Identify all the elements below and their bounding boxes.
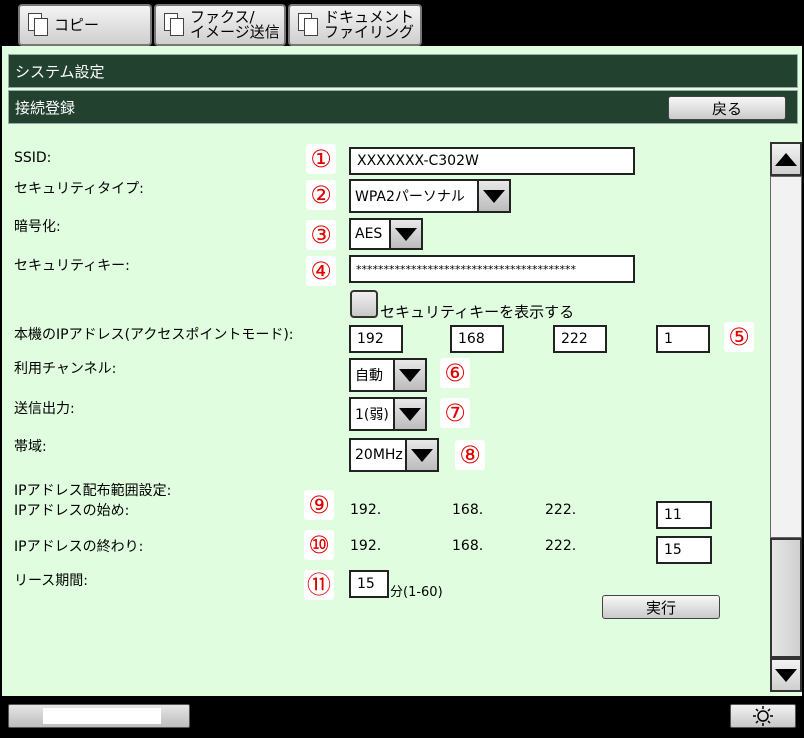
marker-3: ③ — [306, 220, 336, 250]
show-key-checkbox[interactable] — [350, 290, 378, 318]
brightness-button[interactable] — [730, 704, 796, 728]
progress-area — [8, 704, 190, 728]
ip-octet-3[interactable]: 222 — [553, 325, 607, 353]
chevron-down-icon[interactable] — [391, 218, 423, 250]
tab-filing-label: ドキュメント ファイリング — [324, 8, 415, 41]
progress-fill — [43, 708, 161, 724]
marker-11: ⑪ — [304, 570, 334, 600]
lease-unit: 分(1-60) — [390, 585, 443, 600]
encryption-label: 暗号化: — [14, 219, 61, 235]
security-type-select[interactable]: WPA2パーソナル — [349, 179, 511, 213]
marker-4: ④ — [306, 256, 336, 286]
security-key-label: セキュリティキー: — [14, 258, 130, 274]
channel-value: 自動 — [349, 358, 395, 392]
status-bar — [0, 698, 804, 738]
chevron-down-icon[interactable] — [395, 397, 427, 431]
ip-label: 本機のIPアドレス(アクセスポイントモード): — [14, 327, 294, 343]
band-label: 帯域: — [14, 439, 47, 455]
copy-icon — [26, 12, 50, 38]
marker-6: ⑥ — [440, 358, 470, 388]
scroll-track[interactable] — [770, 176, 802, 538]
scroll-down-button[interactable] — [770, 658, 802, 692]
marker-1: ① — [306, 144, 336, 174]
range-start-label: IPアドレスの始め: — [14, 503, 130, 519]
scrollbar[interactable] — [770, 142, 802, 692]
range-end-octet-1: 192. — [350, 538, 382, 554]
tab-fax-image-send[interactable]: ファクス/ イメージ送信 — [154, 4, 286, 46]
chevron-down-icon[interactable] — [479, 179, 511, 213]
marker-5: ⑤ — [724, 322, 754, 352]
power-value: 1(弱) — [349, 397, 395, 431]
ip-octet-4[interactable]: 1 — [656, 325, 710, 353]
marker-9: ⑨ — [304, 490, 334, 520]
encryption-value: AES — [349, 218, 391, 250]
arrow-down-icon — [775, 668, 797, 682]
lease-label: リース期間: — [14, 573, 89, 589]
security-type-label: セキュリティタイプ: — [14, 181, 144, 197]
range-label: IPアドレス配布範囲設定: — [14, 483, 172, 499]
sun-icon — [753, 706, 773, 726]
scroll-thumb[interactable] — [770, 538, 802, 658]
subtitle-text: 接続登録 — [15, 98, 76, 117]
lease-input[interactable]: 15 — [349, 570, 389, 598]
security-type-value: WPA2パーソナル — [349, 179, 479, 213]
marker-8: ⑧ — [455, 440, 485, 470]
ip-octet-1[interactable]: 192 — [349, 325, 403, 353]
range-end-octet-3: 222. — [545, 538, 577, 554]
tab-document-filing[interactable]: ドキュメント ファイリング — [288, 4, 422, 46]
range-end-label: IPアドレスの終わり: — [14, 539, 144, 555]
back-button[interactable]: 戻る — [668, 96, 786, 120]
tab-fax-label: ファクス/ イメージ送信 — [190, 8, 280, 41]
execute-button[interactable]: 実行 — [602, 595, 720, 619]
channel-select[interactable]: 自動 — [349, 358, 427, 392]
ssid-label: SSID: — [14, 150, 52, 166]
channel-label: 利用チャンネル: — [14, 361, 117, 377]
power-label: 送信出力: — [14, 401, 75, 417]
range-start-octet-1: 192. — [350, 502, 382, 518]
range-end-octet-2: 168. — [452, 538, 484, 554]
range-start-input[interactable]: 11 — [656, 501, 712, 529]
document-filing-icon — [296, 12, 320, 38]
band-select[interactable]: 20MHz — [349, 438, 439, 472]
marker-10: ⑩ — [304, 530, 334, 560]
range-end-input[interactable]: 15 — [656, 536, 712, 564]
encryption-select[interactable]: AES — [349, 218, 423, 250]
power-select[interactable]: 1(弱) — [349, 397, 427, 431]
chevron-down-icon[interactable] — [407, 438, 439, 472]
scroll-up-button[interactable] — [770, 142, 802, 176]
marker-7: ⑦ — [440, 398, 470, 428]
page-title: システム設定 — [8, 54, 798, 88]
arrow-up-icon — [775, 152, 797, 166]
ssid-input[interactable]: XXXXXXX-C302W — [349, 147, 635, 175]
band-value: 20MHz — [349, 438, 407, 472]
range-start-octet-3: 222. — [545, 502, 577, 518]
tab-copy[interactable]: コピー — [18, 4, 152, 46]
fax-icon — [162, 12, 186, 38]
chevron-down-icon[interactable] — [395, 358, 427, 392]
marker-2: ② — [306, 180, 336, 210]
security-key-input[interactable]: **************************************** — [349, 255, 635, 283]
range-start-octet-2: 168. — [452, 502, 484, 518]
ip-octet-2[interactable]: 168 — [450, 325, 504, 353]
show-key-label: セキュリティキーを表示する — [380, 303, 575, 321]
tab-copy-label: コピー — [54, 15, 100, 34]
